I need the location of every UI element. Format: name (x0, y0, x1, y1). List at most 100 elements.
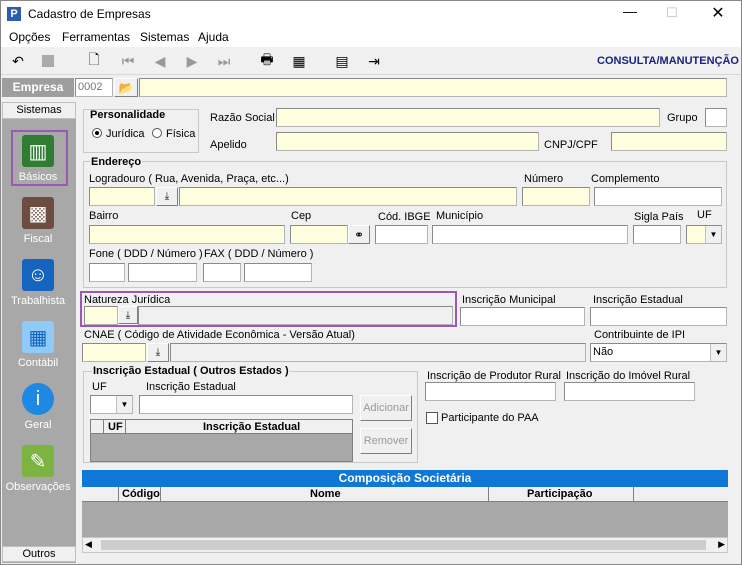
insc-estadual-field[interactable] (590, 307, 727, 326)
preview-icon[interactable]: 🗋 (83, 51, 105, 71)
download-arrow-icon: ⤓ (125, 309, 131, 321)
municipio-field[interactable] (432, 225, 628, 244)
menu-ajuda[interactable]: Ajuda (198, 30, 229, 44)
ie-grid[interactable]: UF Inscrição Estadual (90, 419, 353, 462)
close-icon[interactable]: ✕ (703, 3, 733, 25)
chevron-down-icon: ▼ (710, 344, 726, 361)
print-icon[interactable]: 🖶 (256, 51, 278, 71)
fone-ddd-field[interactable] (89, 263, 125, 282)
cep-field[interactable] (290, 225, 348, 244)
bairro-field[interactable] (89, 225, 285, 244)
insc-municipal-field[interactable] (460, 307, 585, 326)
cnae-desc-field (170, 343, 586, 362)
ie-insc-field[interactable] (139, 395, 353, 414)
natureza-code-field[interactable] (84, 306, 118, 325)
cod-ibge-label: Cód. IBGE (378, 211, 431, 223)
sidebar-item-label: Geral (24, 419, 52, 431)
sidebar-item-label: Trabalhista (10, 295, 65, 307)
razao-social-field[interactable] (276, 108, 660, 127)
last-record-icon[interactable]: ⏭ (213, 51, 235, 71)
ie-col-insc: Inscrição Estadual (203, 421, 301, 433)
endereco-title: Endereço (90, 156, 143, 168)
contrib-ipi-select[interactable]: Não ▼ (590, 343, 727, 362)
cnae-code-field[interactable] (82, 343, 146, 362)
mode-label: CONSULTA/MANUTENÇÃO (597, 55, 739, 67)
spreadsheet-icon: ▦ (22, 321, 54, 353)
maximize-icon[interactable]: ☐ (657, 5, 687, 27)
paa-checkbox[interactable] (426, 412, 438, 424)
sidebar-item-label: Contábil (17, 357, 59, 369)
imovel-rural-label: Inscrição do Imóvel Rural (566, 370, 691, 382)
prod-rural-field[interactable] (425, 382, 556, 401)
stop-icon[interactable] (37, 51, 59, 71)
cnae-lookup-button[interactable]: ⤓ (147, 343, 169, 362)
open-folder-button[interactable]: 📂 (114, 78, 138, 97)
radio-fisica[interactable] (152, 128, 162, 138)
menu-sistemas[interactable]: Sistemas (140, 30, 189, 44)
empresa-name-field[interactable] (139, 78, 727, 97)
cnpj-field[interactable] (611, 132, 727, 151)
cnpj-label: CNPJ/CPF (544, 139, 598, 151)
fax-numero-field[interactable] (244, 263, 312, 282)
horizontal-scrollbar[interactable]: ◀ ▶ (82, 537, 728, 553)
toolbar: ↶ 🗋 ⏮ ◀ ▶ ⏭ 🖶 ▦ ▤ ⇥ CONSULTA/MANUTENÇÃO (1, 47, 741, 75)
scroll-left-icon[interactable]: ◀ (85, 539, 92, 550)
exit-icon[interactable]: ⇥ (363, 51, 385, 71)
sigla-pais-label: Sigla País (634, 211, 684, 223)
uf-label: UF (697, 209, 712, 221)
sidebar-item-fiscal[interactable]: ▩ Fiscal (1, 197, 75, 245)
fone-label: Fone ( DDD / Número ) (89, 248, 203, 260)
ie-uf-select[interactable]: ▼ (90, 395, 133, 414)
cep-search-button[interactable]: ⚭ (348, 225, 370, 244)
next-record-icon[interactable]: ▶ (181, 51, 203, 71)
first-record-icon[interactable]: ⏮ (117, 51, 139, 71)
natureza-lookup-button[interactable]: ⤓ (118, 306, 138, 324)
minimize-icon[interactable]: — (615, 3, 645, 25)
sidebar-item-geral[interactable]: i Geral (1, 383, 75, 431)
sidebar-item-trabalhista[interactable]: ☺ Trabalhista (1, 259, 75, 307)
sidebar-item-contabil[interactable]: ▦ Contábil (1, 321, 75, 369)
undo-icon[interactable]: ↶ (7, 51, 29, 71)
apelido-field[interactable] (276, 132, 539, 151)
natureza-label: Natureza Jurídica (84, 294, 171, 306)
cod-ibge-field[interactable] (375, 225, 428, 244)
scrollbar-thumb[interactable] (101, 540, 706, 550)
insc-estadual-label: Inscrição Estadual (593, 294, 683, 306)
contrib-ipi-value: Não (593, 346, 614, 358)
empresa-code-field[interactable]: 0002 (75, 78, 113, 97)
logradouro-lookup-button[interactable]: ⤓ (156, 187, 178, 206)
imovel-rural-field[interactable] (564, 382, 695, 401)
calculator-icon: ▩ (22, 197, 54, 229)
radio-juridica[interactable] (92, 128, 102, 138)
grupo-label: Grupo (667, 112, 698, 124)
calculator-tool-icon[interactable]: ▦ (288, 51, 310, 71)
report-icon[interactable]: ▤ (331, 51, 353, 71)
numero-field[interactable] (522, 187, 590, 206)
logradouro-field[interactable] (179, 187, 517, 206)
sidebar-item-label: Básicos (18, 171, 58, 183)
complemento-field[interactable] (594, 187, 722, 206)
sidebar-item-basicos[interactable]: ▥ Básicos (1, 135, 75, 183)
grupo-field[interactable] (705, 108, 727, 127)
radio-juridica-label: Jurídica (106, 128, 145, 140)
previous-record-icon[interactable]: ◀ (149, 51, 171, 71)
sigla-pais-field[interactable] (633, 225, 681, 244)
scroll-right-icon[interactable]: ▶ (718, 539, 725, 550)
sidebar-footer-outros[interactable]: Outros (2, 546, 76, 562)
fone-numero-field[interactable] (128, 263, 197, 282)
fax-ddd-field[interactable] (203, 263, 241, 282)
sidebar-item-observacoes[interactable]: ✎ Observações (1, 445, 75, 493)
ie-col-uf: UF (108, 421, 123, 433)
remover-button[interactable]: Remover (360, 428, 412, 454)
composicao-grid-body[interactable] (82, 502, 728, 537)
worker-icon: ☺ (22, 259, 54, 291)
uf-select[interactable]: ▼ (686, 225, 722, 244)
apelido-label: Apelido (210, 139, 247, 151)
adicionar-button[interactable]: Adicionar (360, 395, 412, 421)
ie-uf-label: UF (92, 381, 107, 393)
menu-ferramentas[interactable]: Ferramentas (62, 30, 130, 44)
menu-opcoes[interactable]: Opções (9, 30, 50, 44)
logradouro-type-field[interactable] (89, 187, 155, 206)
sidebar-header[interactable]: Sistemas (2, 102, 76, 119)
contrib-ipi-label: Contribuinte de IPI (594, 329, 686, 341)
